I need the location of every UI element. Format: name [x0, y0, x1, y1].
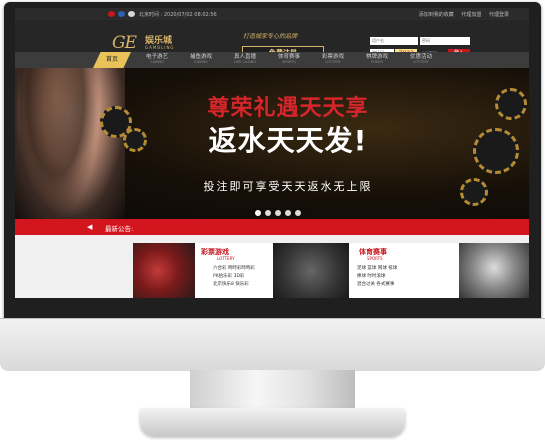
nav-item-sublabel: CASINO — [150, 60, 164, 64]
sports-panel-image — [459, 243, 529, 298]
nav-item-fishing[interactable]: 捕鱼游戏 CASINO — [181, 54, 221, 65]
slide-dot[interactable] — [285, 210, 291, 216]
lottery-panel-line: 六合彩 時時彩時時彩 — [213, 266, 255, 271]
monitor-stand-base — [140, 408, 405, 436]
add-favorite-link[interactable]: 添加到我的收藏 — [419, 12, 454, 18]
monitor-chin — [0, 318, 545, 371]
nav-item-sublabel: LOTTERY — [413, 60, 429, 64]
logo-mark[interactable]: GE — [112, 33, 137, 53]
nav-item-home[interactable]: 首页 — [93, 52, 131, 68]
agent-login-link[interactable]: 代理登录 — [489, 12, 509, 18]
nav-item-lottery[interactable]: 彩票游戏 LOTTERY — [313, 54, 353, 65]
hero-banner[interactable]: 尊荣礼遇天天享 返水天天发! 投注即可享受天天返水无上限 — [15, 68, 529, 219]
slide-dot[interactable] — [255, 210, 261, 216]
top-links: 添加到我的收藏 代理加盟 代理登录 — [413, 11, 509, 18]
slide-indicator — [255, 210, 315, 218]
announcement-label: 最新公告: — [105, 225, 134, 233]
casino-chip-icon — [495, 88, 527, 120]
casino-chip-icon — [473, 128, 519, 174]
lottery-panel-line: 北京快乐8 快乐彩 — [213, 282, 249, 287]
lottery-panel[interactable]: 彩票游戏 LOTTERY 六合彩 時時彩時時彩 PK拾乐彩 3D彩 北京快乐8 … — [133, 243, 273, 298]
banner-subtitle: 返水天天发! — [208, 124, 368, 157]
flag-cn-icon[interactable] — [108, 11, 115, 17]
agent-join-link[interactable]: 代理加盟 — [461, 12, 481, 18]
nav-item-poker[interactable]: 棋牌游戏 POKER — [357, 54, 397, 65]
flag-en-icon[interactable] — [128, 11, 135, 17]
password-input[interactable] — [420, 37, 470, 45]
slide-dot[interactable] — [275, 210, 281, 216]
casino-chip-icon — [123, 128, 147, 152]
casino-chip-icon — [460, 178, 488, 206]
flag-hk-icon[interactable] — [118, 11, 125, 17]
sports-panel[interactable]: 体育赛事 SPORTS 足球 篮球 网球 排球 棒球 时时滚球 混合过关 各式赛… — [349, 243, 529, 298]
banner-tagline: 投注即可享受天天返水无上限 — [203, 180, 373, 193]
top-bar: 北京时间 : 2020/07/02 08:02:56 添加到我的收藏 代理加盟 … — [15, 8, 529, 20]
lottery-panel-line: PK拾乐彩 3D彩 — [213, 274, 245, 279]
monitor: 北京时间 : 2020/07/02 08:02:56 添加到我的收藏 代理加盟 … — [0, 0, 545, 440]
banner-model-hair — [20, 68, 100, 219]
monitor-stand-neck — [190, 370, 355, 412]
nav-item-sublabel: POKER — [371, 60, 383, 64]
announcement-bar: ◀ 最新公告: — [15, 219, 529, 235]
game-panels: 彩票游戏 LOTTERY 六合彩 時時彩時時彩 PK拾乐彩 3D彩 北京快乐8 … — [15, 235, 529, 298]
main-nav: 首页 电子游艺 CASINO 捕鱼游戏 CASINO 真人直播 LIVE CAS… — [15, 52, 529, 68]
slide-dot[interactable] — [295, 210, 301, 216]
nav-item-promotions[interactable]: 优惠活动 LOTTERY — [401, 54, 441, 65]
nav-item-slots[interactable]: 电子游艺 CASINO — [137, 54, 177, 65]
motorsport-image[interactable] — [273, 243, 349, 298]
lottery-panel-subtitle: LOTTERY — [217, 256, 235, 261]
speaker-icon: ◀ — [87, 223, 93, 231]
nav-item-sublabel: LIVE CASINO — [233, 60, 257, 64]
nav-item-sublabel: LOTTERY — [325, 60, 341, 64]
sports-panel-subtitle: SPORTS — [367, 256, 383, 261]
sports-panel-line: 足球 篮球 网球 排球 — [357, 266, 398, 271]
lottery-panel-image — [133, 243, 195, 298]
header-slogan: 打造城家专心的品牌 — [243, 33, 298, 40]
logo-subtext: GAMBLING — [145, 45, 175, 50]
slide-dot[interactable] — [265, 210, 271, 216]
server-time: 北京时间 : 2020/07/02 08:02:56 — [139, 12, 217, 18]
screen: 北京时间 : 2020/07/02 08:02:56 添加到我的收藏 代理加盟 … — [15, 8, 529, 298]
username-input[interactable] — [370, 37, 418, 45]
nav-item-sublabel: SPORTS — [282, 60, 296, 64]
nav-item-live-casino[interactable]: 真人直播 LIVE CASINO — [225, 54, 265, 65]
banner-title: 尊荣礼遇天天享 — [207, 96, 369, 121]
sports-panel-line: 棒球 时时滚球 — [357, 274, 386, 279]
sports-panel-line: 混合过关 各式赛事 — [357, 282, 395, 287]
nav-item-sublabel: CASINO — [194, 60, 208, 64]
nav-item-sports[interactable]: 体育赛事 SPORTS — [269, 54, 309, 65]
